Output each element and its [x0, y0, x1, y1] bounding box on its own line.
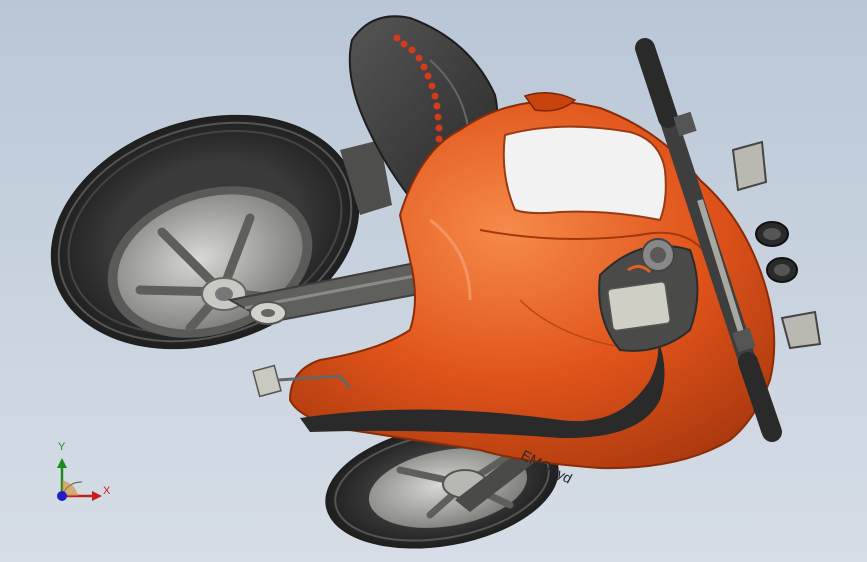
y-arrow-icon [57, 458, 67, 468]
triad-axes [57, 458, 102, 501]
z-axis-icon [57, 491, 67, 501]
rear-wheel [50, 114, 360, 350]
y-axis-label: Y [58, 441, 66, 453]
x-arrow-icon [92, 491, 102, 501]
dash-gauges [755, 221, 798, 283]
x-axis-label: X [103, 485, 111, 497]
motorcycle-3d-model[interactable]: EMO-tyd [0, 0, 867, 562]
graphics-viewport[interactable]: EMO-tyd X Y [0, 0, 867, 562]
reference-triad: X Y [44, 438, 124, 518]
